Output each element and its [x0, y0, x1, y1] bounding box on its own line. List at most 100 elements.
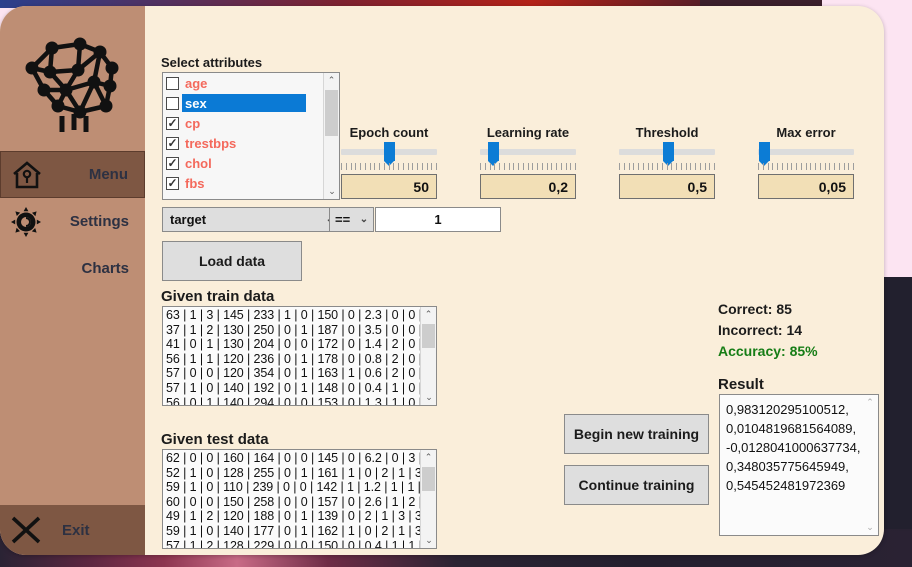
- list-item[interactable]: age: [163, 73, 323, 93]
- load-data-label: Load data: [198, 253, 266, 269]
- data-row: 56 | 0 | 1 | 140 | 294 | 0 | 0 | 153 | 0…: [166, 395, 437, 406]
- checkbox-icon[interactable]: [166, 76, 179, 90]
- operator-select[interactable]: == ⌄: [329, 207, 374, 232]
- scroll-down-icon[interactable]: ⌄: [324, 184, 339, 199]
- accuracy-value: Accuracy: 85%: [718, 343, 818, 359]
- epoch-count-slider-group: Epoch count 50: [341, 125, 437, 199]
- sidebar-item-exit[interactable]: Exit: [0, 505, 145, 555]
- scroll-down-icon[interactable]: ⌄: [421, 390, 436, 405]
- incorrect-count: Incorrect: 14: [718, 322, 803, 338]
- train-data-scrollbar[interactable]: ⌃ ⌄: [420, 307, 436, 405]
- check-glyph: ✓: [167, 136, 178, 150]
- neural-network-brain-icon: [14, 20, 132, 138]
- test-data-scrollbar[interactable]: ⌃ ⌄: [420, 450, 436, 548]
- sidebar-item-settings[interactable]: Settings: [0, 198, 145, 245]
- select-attributes-label: Select attributes: [161, 55, 263, 70]
- scroll-up-icon[interactable]: ⌃: [421, 450, 436, 465]
- list-item-label: fbs: [185, 175, 205, 191]
- data-row: 57 | 1 | 2 | 128 | 229 | 0 | 0 | 150 | 0…: [166, 538, 437, 549]
- list-item-label: chol: [185, 155, 212, 171]
- scrollbar-thumb[interactable]: [422, 324, 435, 348]
- train-data-area[interactable]: 63 | 1 | 3 | 145 | 233 | 1 | 0 | 150 | 0…: [162, 306, 437, 406]
- app-logo: [0, 6, 145, 151]
- test-data-area[interactable]: 62 | 0 | 0 | 160 | 164 | 0 | 0 | 145 | 0…: [162, 449, 437, 549]
- sidebar-item-menu[interactable]: Menu: [0, 151, 145, 198]
- list-item[interactable]: ✓ chol: [163, 153, 323, 173]
- stats-block: Correct: 85 Incorrect: 14 Accuracy: 85%: [718, 299, 818, 362]
- sidebar-item-label: Settings: [69, 213, 129, 230]
- scrollbar-thumb[interactable]: [325, 90, 338, 136]
- test-data-rows: 62 | 0 | 0 | 160 | 164 | 0 | 0 | 145 | 0…: [166, 451, 437, 549]
- begin-new-training-label: Begin new training: [573, 426, 700, 442]
- scroll-up-icon[interactable]: ⌃: [862, 395, 878, 410]
- correct-count: Correct: 85: [718, 301, 792, 317]
- sidebar: Menu Settings Charts Exit: [0, 6, 145, 555]
- scroll-down-icon[interactable]: ⌄: [862, 520, 878, 535]
- max-error-slider-group: Max error 0,05: [758, 125, 854, 199]
- max-error-field[interactable]: 0,05: [758, 174, 854, 199]
- list-item[interactable]: ✓ cp: [163, 113, 323, 133]
- slider-track[interactable]: [480, 142, 576, 166]
- learning-rate-slider-group: Learning rate 0,2: [480, 125, 576, 199]
- continue-training-button[interactable]: Continue training: [564, 465, 709, 505]
- data-row: 37 | 1 | 2 | 130 | 250 | 0 | 1 | 187 | 0…: [166, 322, 437, 337]
- app-window: Menu Settings Charts Exit Select attribu…: [0, 6, 884, 555]
- checkbox-icon[interactable]: ✓: [166, 156, 179, 170]
- slider-title: Learning rate: [486, 125, 570, 140]
- train-data-rows: 63 | 1 | 3 | 145 | 233 | 1 | 0 | 150 | 0…: [166, 308, 437, 406]
- slider-title: Max error: [776, 125, 836, 140]
- compare-value: 1: [434, 212, 442, 227]
- result-area[interactable]: 0,983120295100512, 0,0104819681564089, -…: [719, 394, 879, 536]
- gear-icon: [8, 204, 44, 240]
- slider-track[interactable]: [758, 142, 854, 166]
- target-attribute-select[interactable]: target ⌄: [162, 207, 340, 232]
- slider-thumb[interactable]: [488, 142, 499, 166]
- max-error-value: 0,05: [818, 178, 846, 195]
- checkbox-icon[interactable]: ✓: [166, 116, 179, 130]
- scroll-down-icon[interactable]: ⌄: [421, 533, 436, 548]
- sidebar-item-charts[interactable]: Charts: [0, 245, 145, 292]
- slider-thumb[interactable]: [663, 142, 674, 166]
- checkbox-icon[interactable]: ✓: [166, 136, 179, 150]
- begin-new-training-button[interactable]: Begin new training: [564, 414, 709, 454]
- chevron-down-icon: ⌄: [359, 214, 369, 225]
- list-item-label: sex: [185, 95, 207, 111]
- list-item-label: trestbps: [185, 135, 237, 151]
- sidebar-item-label: Menu: [88, 166, 128, 183]
- list-item-label: age: [185, 75, 208, 91]
- result-row: -0,0128041000637734,: [726, 440, 861, 455]
- scroll-up-icon[interactable]: ⌃: [421, 307, 436, 322]
- learning-rate-field[interactable]: 0,2: [480, 174, 576, 199]
- slider-title: Epoch count: [349, 125, 429, 140]
- slider-thumb[interactable]: [384, 142, 395, 166]
- slider-ticks: [758, 163, 854, 170]
- scroll-up-icon[interactable]: ⌃: [324, 73, 339, 88]
- slider-track[interactable]: [341, 142, 437, 166]
- data-row: 56 | 1 | 1 | 120 | 236 | 0 | 1 | 178 | 0…: [166, 351, 437, 366]
- slider-track[interactable]: [619, 142, 715, 166]
- data-row: 63 | 1 | 3 | 145 | 233 | 1 | 0 | 150 | 0…: [166, 308, 437, 322]
- learning-rate-value: 0,2: [548, 178, 568, 195]
- data-row: 57 | 0 | 0 | 120 | 354 | 0 | 1 | 163 | 1…: [166, 366, 437, 381]
- slider-title: Threshold: [635, 125, 699, 140]
- compare-value-input[interactable]: 1: [375, 207, 501, 232]
- home-icon: [9, 157, 45, 193]
- load-data-button[interactable]: Load data: [162, 241, 302, 281]
- checkbox-icon[interactable]: [166, 96, 179, 110]
- list-item[interactable]: sex: [163, 93, 323, 113]
- check-glyph: ✓: [167, 176, 178, 190]
- checkbox-icon[interactable]: ✓: [166, 176, 179, 190]
- attributes-scrollbar[interactable]: ⌃ ⌄: [323, 73, 339, 199]
- attributes-listbox[interactable]: age sex ✓ cp ✓ trestbps ✓ chol ✓ fbs ⌃ ⌄: [162, 72, 340, 200]
- scrollbar-thumb[interactable]: [422, 467, 435, 491]
- list-item[interactable]: ✓ fbs: [163, 173, 323, 193]
- threshold-field[interactable]: 0,5: [619, 174, 715, 199]
- slider-thumb[interactable]: [759, 142, 770, 166]
- main-content: Select attributes age sex ✓ cp ✓ trestbp…: [145, 6, 884, 555]
- result-scrollbar[interactable]: ⌃ ⌄: [862, 395, 878, 535]
- list-item[interactable]: ✓ trestbps: [163, 133, 323, 153]
- data-row: 57 | 1 | 0 | 140 | 192 | 0 | 1 | 148 | 0…: [166, 380, 437, 395]
- epoch-count-field[interactable]: 50: [341, 174, 437, 199]
- test-data-label: Given test data: [161, 431, 269, 448]
- close-x-icon: [8, 512, 44, 548]
